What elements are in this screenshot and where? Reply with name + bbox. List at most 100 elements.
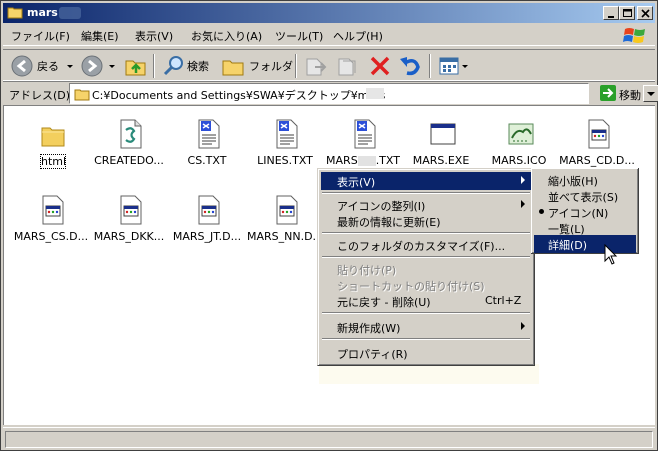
file-item-lines-txt[interactable]: LINES.TXT bbox=[246, 112, 324, 176]
forward-icon[interactable] bbox=[79, 53, 105, 79]
data-file-icon bbox=[120, 195, 142, 225]
toolbar: 戻る 検索 フォルダ bbox=[3, 49, 655, 81]
file-name-prefix: MARS bbox=[326, 154, 358, 167]
menu-item-properties[interactable]: プロパティ(R) bbox=[321, 344, 531, 362]
redacted-area bbox=[357, 156, 376, 166]
search-icon[interactable] bbox=[161, 53, 187, 79]
file-name-suffix: .TXT bbox=[375, 154, 400, 167]
menu-edit[interactable]: 編集(E) bbox=[81, 28, 119, 44]
close-icon bbox=[641, 9, 650, 18]
address-bar: アドレス(D) C:¥Documents and Settings¥SWA¥デス… bbox=[3, 81, 658, 105]
address-value: C:¥Documents and Settings¥SWA¥デスクトップ¥mar… bbox=[92, 89, 386, 102]
menu-separator bbox=[322, 312, 530, 314]
folders-icon[interactable] bbox=[221, 53, 247, 79]
chevron-right-icon bbox=[521, 176, 525, 184]
file-item-cs-txt[interactable]: CS.TXT bbox=[168, 112, 246, 176]
close-button[interactable] bbox=[637, 6, 653, 20]
delete-icon[interactable] bbox=[367, 53, 393, 79]
up-folder-icon[interactable] bbox=[123, 53, 149, 79]
file-item-mars-nn[interactable]: MARS_NN.D... bbox=[246, 188, 324, 252]
folder-icon bbox=[74, 89, 90, 101]
menu-item-label: 元に戻す - 削除(U) bbox=[337, 296, 431, 309]
go-arrow-icon bbox=[600, 85, 616, 101]
menu-item-label: 表示(V) bbox=[337, 176, 376, 189]
redacted-area bbox=[366, 88, 384, 99]
file-item-mars-exe[interactable]: MARS.EXE bbox=[402, 112, 480, 176]
menu-item-view[interactable]: 表示(V) bbox=[321, 172, 531, 190]
minimize-icon bbox=[608, 16, 614, 18]
text-file-icon bbox=[198, 119, 220, 149]
file-item-mars-jt[interactable]: MARS_JT.D... bbox=[168, 188, 246, 252]
toolbar-separator bbox=[153, 54, 155, 78]
file-name: CS.TXT bbox=[187, 154, 227, 167]
maximize-button[interactable] bbox=[619, 6, 635, 20]
redacted-area bbox=[59, 7, 81, 19]
move-to-icon[interactable] bbox=[303, 53, 329, 79]
menu-item-label: プロパティ(R) bbox=[337, 348, 408, 361]
menu-file[interactable]: ファイル(F) bbox=[11, 28, 70, 44]
file-item-mars-cd[interactable]: MARS_CD.D... bbox=[558, 112, 636, 176]
radio-bullet-icon bbox=[539, 209, 544, 214]
title-bar[interactable]: mars bbox=[3, 3, 655, 23]
file-item-createdo[interactable]: CREATEDO... bbox=[90, 112, 168, 176]
address-input[interactable]: C:¥Documents and Settings¥SWA¥デスクトップ¥mar… bbox=[69, 83, 658, 104]
file-name: MARS_JT.D... bbox=[172, 230, 242, 243]
back-button[interactable]: 戻る bbox=[37, 58, 59, 74]
view-submenu: 縮小版(H) 並べて表示(S) アイコン(N) 一覧(L) 詳細(D) bbox=[531, 168, 639, 254]
chevron-down-icon[interactable] bbox=[65, 53, 75, 79]
file-item-html[interactable]: html bbox=[12, 112, 90, 176]
ico-file-icon bbox=[508, 123, 534, 145]
menu-separator bbox=[322, 338, 530, 340]
undo-icon[interactable] bbox=[397, 53, 423, 79]
status-bar bbox=[3, 427, 655, 449]
menu-item-label: 新規作成(W) bbox=[337, 322, 401, 335]
chevron-right-icon bbox=[521, 200, 525, 208]
file-name: MARS.ICO bbox=[491, 154, 547, 167]
menu-shadow bbox=[319, 364, 539, 384]
menu-item-shortcut: Ctrl+Z bbox=[485, 294, 522, 307]
file-item-mars-cs[interactable]: MARS_CS.D... bbox=[12, 188, 90, 252]
go-button[interactable]: 移動 bbox=[597, 84, 653, 104]
data-file-icon bbox=[588, 119, 610, 149]
windows-logo-icon bbox=[623, 28, 645, 43]
file-name: LINES.TXT bbox=[257, 154, 313, 167]
address-label: アドレス(D) bbox=[9, 89, 71, 102]
menu-separator bbox=[322, 256, 530, 258]
menu-view[interactable]: 表示(V) bbox=[135, 28, 173, 44]
menu-item-label: 詳細(D) bbox=[548, 239, 588, 252]
file-name: MARS_DKK... bbox=[93, 230, 165, 243]
file-name: MARS .TXT bbox=[324, 154, 402, 167]
menu-item-new[interactable]: 新規作成(W) bbox=[321, 318, 531, 336]
menu-separator bbox=[322, 192, 530, 194]
views-icon[interactable] bbox=[437, 53, 471, 79]
file-name: MARS_NN.D... bbox=[246, 230, 324, 243]
menu-item-customize-folder[interactable]: このフォルダのカスタマイズ(F)... bbox=[321, 236, 531, 254]
window-title: mars bbox=[27, 6, 58, 19]
chevron-down-icon[interactable] bbox=[107, 53, 117, 79]
file-item-mars-dkk[interactable]: MARS_DKK... bbox=[90, 188, 168, 252]
folders-button[interactable]: フォルダ bbox=[249, 58, 293, 74]
maximize-icon bbox=[623, 9, 632, 17]
menu-item-refresh[interactable]: 最新の情報に更新(E) bbox=[321, 212, 531, 230]
context-menu: 表示(V) アイコンの整列(I) 最新の情報に更新(E) このフォルダのカスタマ… bbox=[317, 168, 535, 366]
file-item-mars-txt[interactable]: MARS .TXT bbox=[324, 112, 402, 176]
search-button[interactable]: 検索 bbox=[187, 58, 209, 74]
status-panel bbox=[5, 431, 653, 448]
file-name: html bbox=[40, 154, 66, 169]
menu-favorites[interactable]: お気に入り(A) bbox=[191, 28, 262, 44]
file-name: MARS.EXE bbox=[412, 154, 470, 167]
menu-help[interactable]: ヘルプ(H) bbox=[333, 28, 383, 44]
minimize-button[interactable] bbox=[603, 6, 619, 20]
file-name: MARS_CD.D... bbox=[559, 154, 635, 167]
folder-icon bbox=[41, 127, 65, 147]
menu-item-undo-delete[interactable]: 元に戻す - 削除(U) Ctrl+Z bbox=[321, 292, 531, 310]
text-file-icon bbox=[354, 119, 376, 149]
file-item-mars-ico[interactable]: MARS.ICO bbox=[480, 112, 558, 176]
copy-to-icon[interactable] bbox=[335, 53, 361, 79]
submenu-item-details[interactable]: 詳細(D) bbox=[534, 235, 636, 253]
menu-tools[interactable]: ツール(T) bbox=[275, 28, 323, 44]
back-icon[interactable] bbox=[9, 53, 35, 79]
data-file-icon bbox=[276, 195, 298, 225]
folder-icon bbox=[7, 7, 23, 19]
exe-file-icon bbox=[430, 123, 456, 145]
